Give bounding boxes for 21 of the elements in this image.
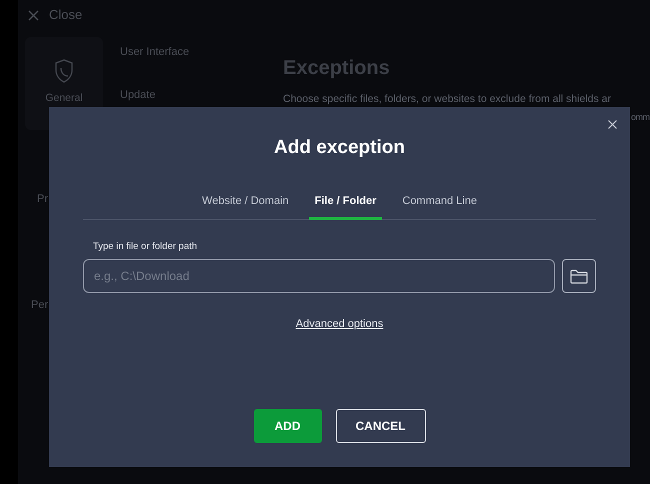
close-icon <box>608 120 616 128</box>
tab[interactable]: Website / Domain <box>196 192 295 220</box>
tab[interactable]: File / Folder <box>308 192 382 220</box>
close-icon <box>28 10 39 20</box>
sidebar-section-label: Per <box>31 298 50 312</box>
cancel-button[interactable]: CANCEL <box>336 408 426 443</box>
page-description: Choose specific files, folders, or websites to exclude from all shields ar <box>283 93 612 106</box>
shield-icon <box>54 59 74 83</box>
path-input-field[interactable]: e.g., C:\Download <box>83 259 555 294</box>
dialog-title: Add exception <box>274 136 405 160</box>
tab[interactable]: Command Line <box>396 192 483 220</box>
add-button[interactable]: ADD <box>254 408 322 443</box>
folder-icon <box>570 268 588 284</box>
close-label: Close <box>49 6 82 24</box>
browse-folder-button[interactable] <box>562 259 596 294</box>
sidebar-section-label: Pr <box>37 192 49 207</box>
page-heading: Exceptions <box>283 56 391 81</box>
field-label: Type in file or folder path <box>93 240 198 254</box>
close-button[interactable] <box>606 118 618 130</box>
page-description: omm <box>631 111 650 124</box>
advanced-options-link[interactable]: Advanced options <box>296 316 384 333</box>
